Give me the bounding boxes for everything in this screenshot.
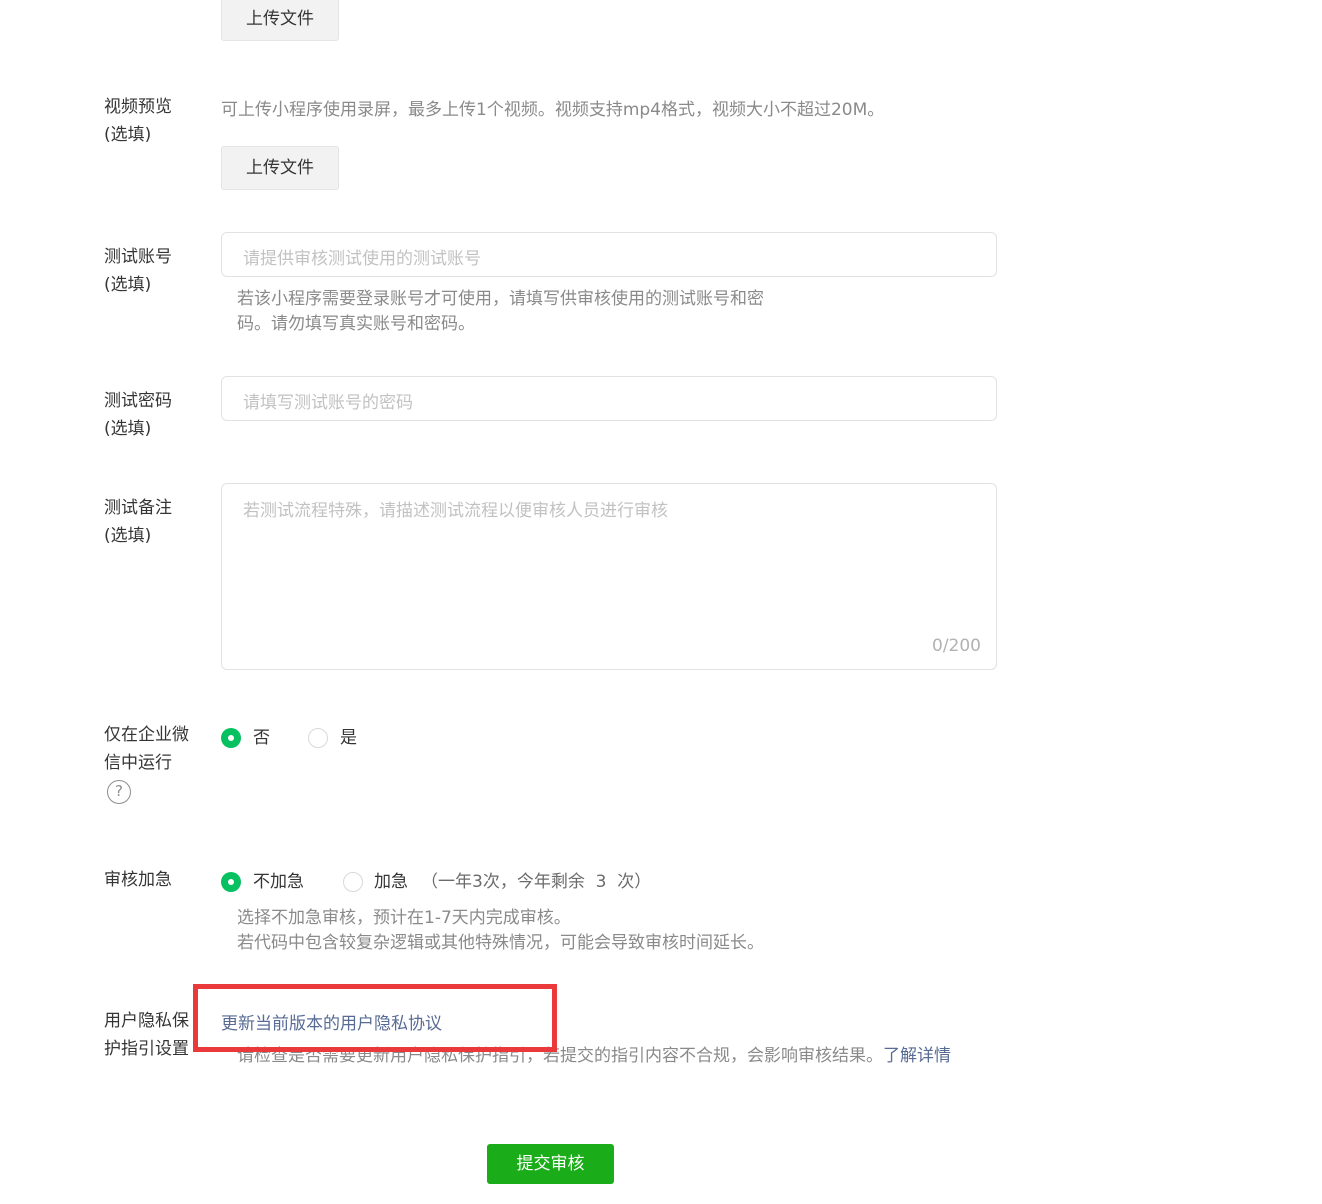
test-password-label-line2: (选填) <box>104 419 152 439</box>
help-question-icon[interactable]: ? <box>107 780 131 804</box>
test-account-hint: 若该小程序需要登录账号才可使用，请填写供审核使用的测试账号和密 码。请勿填写真实… <box>237 287 997 337</box>
video-preview-hint: 可上传小程序使用录屏，最多上传1个视频。视频支持mp4格式，视频大小不超过20M… <box>221 100 885 120</box>
video-preview-label-line1: 视频预览 <box>104 97 172 117</box>
expedite-hint-line2: 若代码中包含较复杂逻辑或其他特殊情况，可能会导致审核时间延长。 <box>237 933 764 953</box>
test-notes-label: 测试备注 (选填) <box>104 494 172 550</box>
test-account-hint-line1: 若该小程序需要登录账号才可使用，请填写供审核使用的测试账号和密 <box>237 289 764 309</box>
privacy-label-line1: 用户隐私保 <box>104 1011 189 1031</box>
test-password-label-line1: 测试密码 <box>104 391 172 411</box>
upload-file-button-top[interactable]: 上传文件 <box>221 0 339 41</box>
radio-expedite-no-label[interactable]: 不加急 <box>253 870 304 894</box>
expedite-hint: 选择不加急审核，预计在1-7天内完成审核。 若代码中包含较复杂逻辑或其他特殊情况… <box>237 906 764 956</box>
radio-expedite-no[interactable] <box>221 872 241 892</box>
test-account-hint-line2: 码。请勿填写真实账号和密码。 <box>237 314 475 334</box>
wework-only-label-line1: 仅在企业微 <box>104 725 189 745</box>
expedite-label: 审核加急 <box>104 870 172 890</box>
radio-wework-yes[interactable] <box>308 728 328 748</box>
radio-expedite-yes-label[interactable]: 加急 <box>374 870 408 894</box>
test-notes-placeholder: 若测试流程特殊，请描述测试流程以便审核人员进行审核 <box>243 501 668 521</box>
upload-video-button[interactable]: 上传文件 <box>221 146 339 190</box>
expedite-quota-text: （一年3次，今年剩余 3 次） <box>421 872 652 892</box>
test-password-input[interactable]: 请填写测试账号的密码 <box>221 376 997 421</box>
test-account-input[interactable]: 请提供审核测试使用的测试账号 <box>221 232 997 277</box>
test-account-label: 测试账号 (选填) <box>104 243 172 299</box>
radio-wework-no-label[interactable]: 否 <box>253 726 270 750</box>
submit-review-button[interactable]: 提交审核 <box>487 1144 614 1184</box>
radio-wework-yes-label[interactable]: 是 <box>340 726 357 750</box>
privacy-label: 用户隐私保 护指引设置 <box>104 1007 189 1063</box>
test-password-placeholder: 请填写测试账号的密码 <box>243 393 413 413</box>
test-notes-textarea[interactable]: 若测试流程特殊，请描述测试流程以便审核人员进行审核 0/200 <box>221 483 997 670</box>
test-password-label: 测试密码 (选填) <box>104 387 172 443</box>
video-preview-label: 视频预览 (选填) <box>104 93 172 149</box>
test-account-placeholder: 请提供审核测试使用的测试账号 <box>243 249 481 269</box>
wework-only-label-line2: 信中运行 <box>104 753 172 773</box>
radio-wework-no[interactable] <box>221 728 241 748</box>
test-notes-counter: 0/200 <box>932 636 981 656</box>
test-account-label-line2: (选填) <box>104 275 152 295</box>
radio-expedite-yes[interactable] <box>343 872 363 892</box>
test-notes-label-line2: (选填) <box>104 526 152 546</box>
video-preview-label-line2: (选填) <box>104 125 152 145</box>
test-notes-label-line1: 测试备注 <box>104 498 172 518</box>
highlight-annotation-box <box>193 984 557 1052</box>
wework-only-label: 仅在企业微 信中运行 <box>104 721 189 777</box>
expedite-hint-line1: 选择不加急审核，预计在1-7天内完成审核。 <box>237 908 571 928</box>
privacy-label-line2: 护指引设置 <box>104 1039 189 1059</box>
test-account-label-line1: 测试账号 <box>104 247 172 267</box>
learn-more-link[interactable]: 了解详情 <box>883 1046 951 1066</box>
